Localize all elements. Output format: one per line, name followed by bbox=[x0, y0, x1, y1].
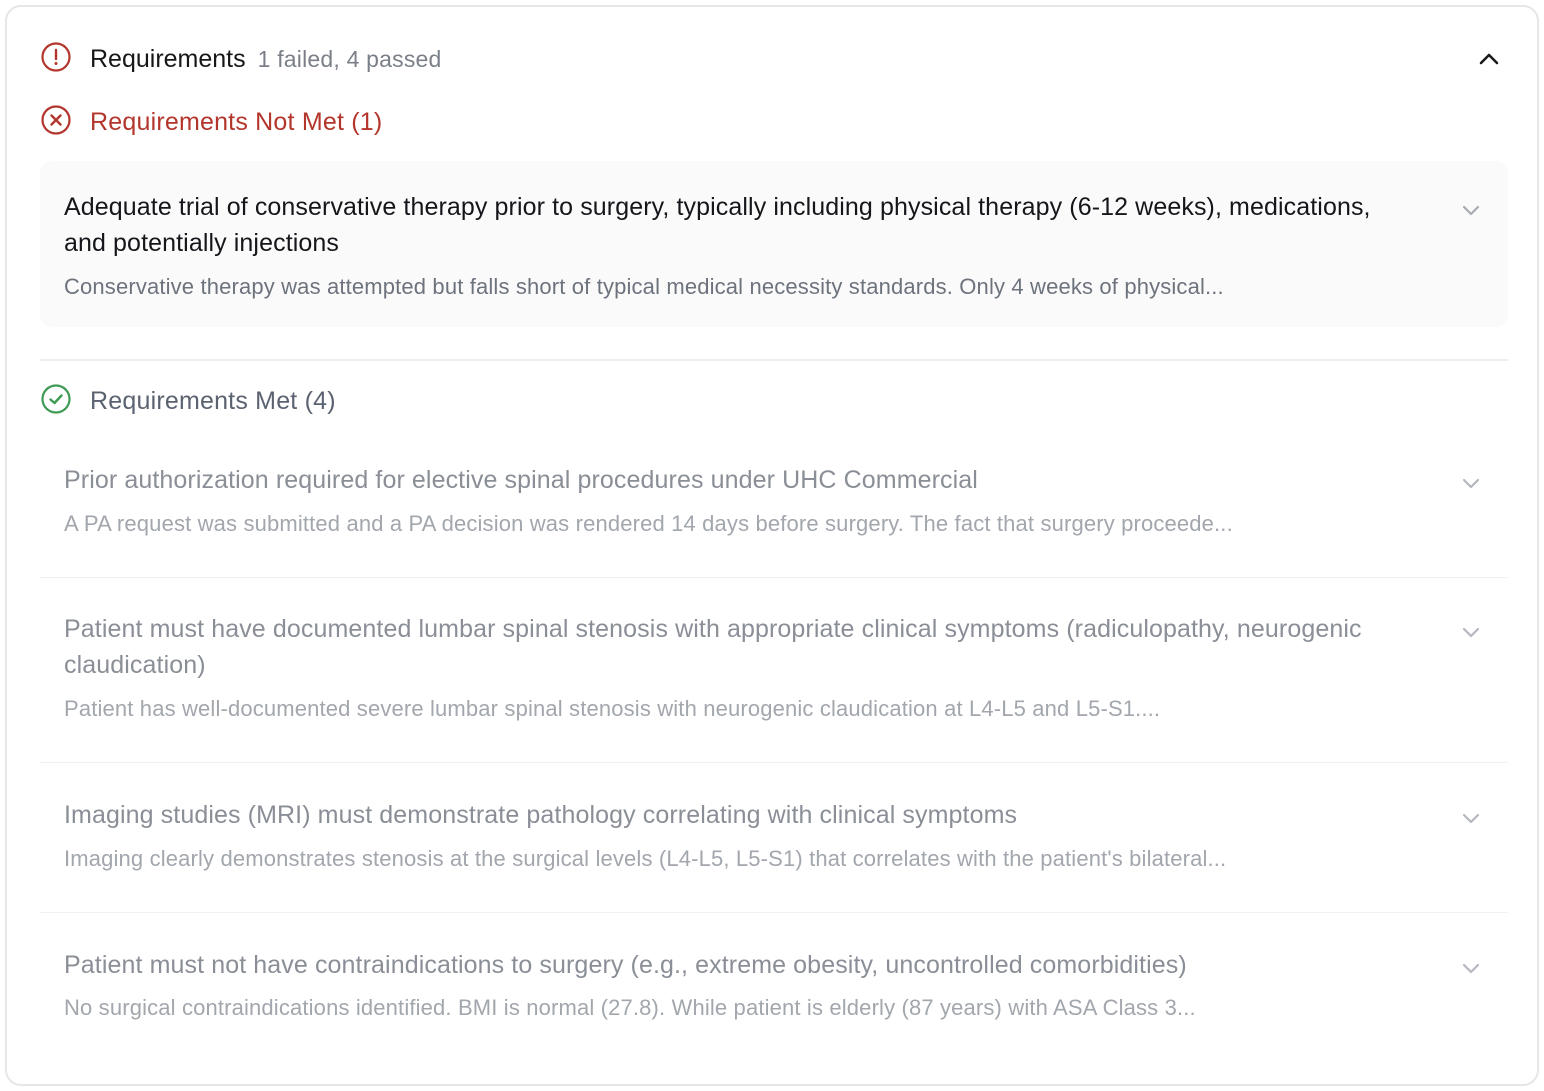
section-divider bbox=[40, 359, 1508, 361]
chevron-down-icon[interactable] bbox=[1458, 470, 1484, 496]
requirements-met-heading: Requirements Met (4) bbox=[40, 383, 336, 420]
requirement-title: Patient must have documented lumbar spin… bbox=[64, 615, 1362, 679]
requirement-title: Adequate trial of conservative therapy p… bbox=[64, 193, 1371, 257]
requirement-description: No surgical contraindications identified… bbox=[64, 995, 1196, 1020]
item-divider bbox=[40, 762, 1508, 763]
failed-section-label: Requirements Not Met (1) bbox=[90, 108, 383, 136]
chevron-down-icon[interactable] bbox=[1458, 619, 1484, 645]
requirements-not-met-heading: Requirements Not Met (1) bbox=[40, 104, 382, 141]
failed-requirement-item[interactable]: Adequate trial of conservative therapy p… bbox=[40, 161, 1508, 327]
requirement-description: Conservative therapy was attempted but f… bbox=[64, 274, 1224, 299]
met-requirement-item[interactable]: Imaging studies (MRI) must demonstrate p… bbox=[40, 797, 1508, 907]
requirement-title: Imaging studies (MRI) must demonstrate p… bbox=[64, 801, 1018, 829]
requirement-description: A PA request was submitted and a PA deci… bbox=[64, 511, 1233, 536]
check-circle-icon bbox=[40, 383, 72, 420]
met-section-label: Requirements Met (4) bbox=[90, 387, 336, 415]
chevron-up-icon[interactable] bbox=[1475, 45, 1503, 73]
chevron-down-icon[interactable] bbox=[1458, 197, 1484, 223]
item-divider bbox=[40, 577, 1508, 578]
header-summary: 1 failed, 4 passed bbox=[257, 45, 442, 72]
requirement-title: Prior authorization required for electiv… bbox=[64, 466, 978, 494]
requirement-title: Patient must not have contraindications … bbox=[64, 951, 1187, 979]
chevron-down-icon[interactable] bbox=[1458, 805, 1484, 831]
met-requirement-item[interactable]: Patient must have documented lumbar spin… bbox=[40, 611, 1508, 761]
requirements-card: Requirements 1 failed, 4 passed Requirem… bbox=[5, 5, 1539, 1086]
chevron-down-icon[interactable] bbox=[1458, 955, 1484, 981]
item-divider bbox=[40, 912, 1508, 913]
met-requirement-item[interactable]: Patient must not have contraindications … bbox=[40, 947, 1508, 1057]
requirements-header[interactable]: Requirements 1 failed, 4 passed bbox=[40, 37, 1507, 81]
requirement-description: Imaging clearly demonstrates stenosis at… bbox=[64, 846, 1227, 871]
requirement-description: Patient has well-documented severe lumba… bbox=[64, 696, 1161, 721]
x-circle-icon bbox=[40, 104, 72, 141]
met-requirement-item[interactable]: Prior authorization required for electiv… bbox=[40, 462, 1508, 582]
alert-circle-icon bbox=[40, 41, 72, 78]
header-title: Requirements bbox=[90, 44, 246, 73]
